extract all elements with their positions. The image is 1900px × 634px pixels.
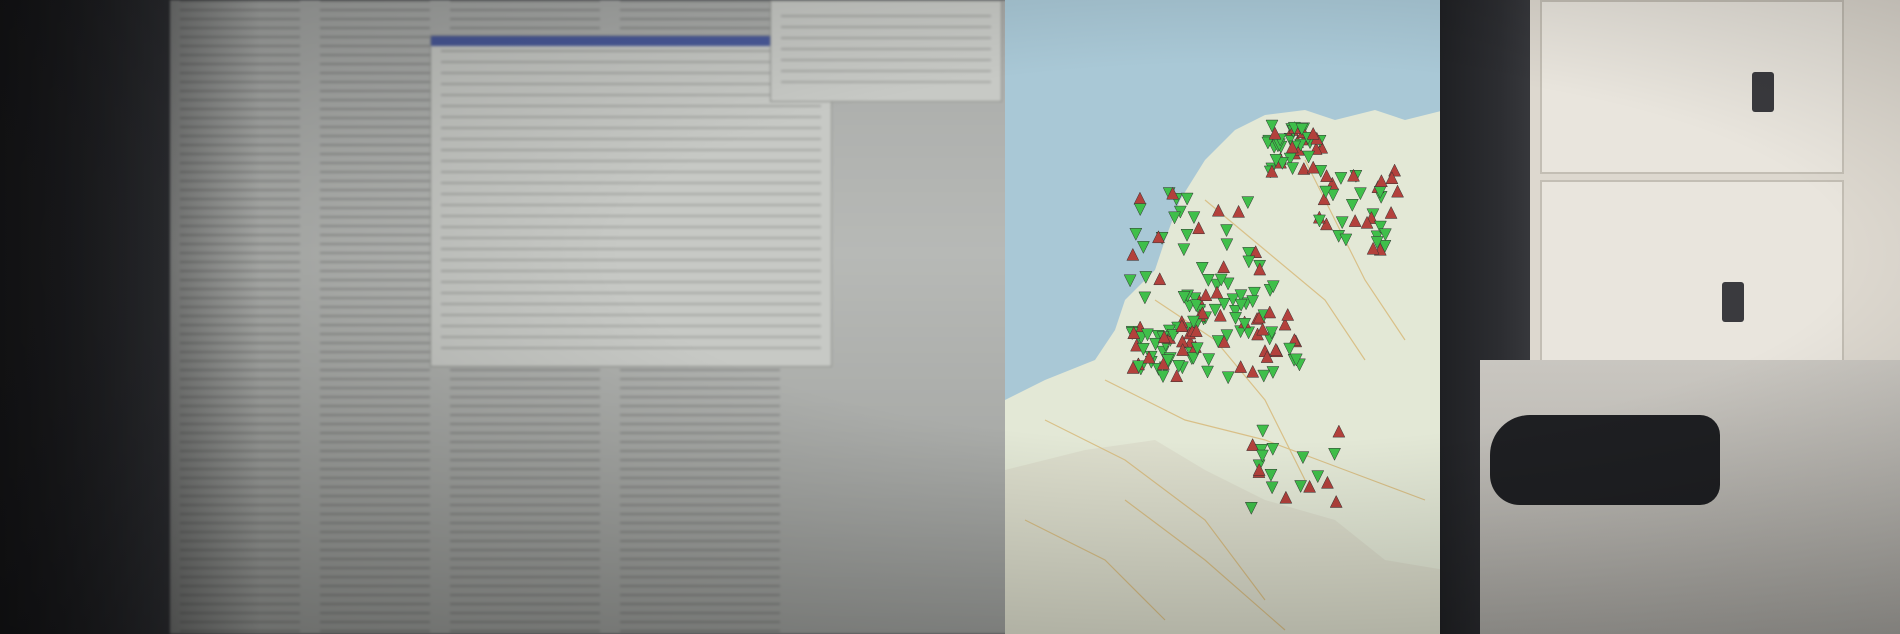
dark-object (1490, 415, 1720, 505)
side-panel-rows (781, 15, 991, 91)
map-canvas (1005, 0, 1445, 634)
spreadsheet-column (320, 0, 430, 634)
map-view (1005, 0, 1445, 634)
cabinet-drawer (1540, 0, 1844, 174)
drawer-handle (1752, 72, 1774, 112)
filing-cabinet (1530, 0, 1900, 420)
side-panel (770, 0, 1002, 102)
spreadsheet-window (170, 0, 1030, 634)
dialog-rows (441, 50, 821, 356)
photo-scene (0, 0, 1900, 634)
left-shadow (0, 0, 260, 634)
drawer-handle (1722, 282, 1744, 322)
